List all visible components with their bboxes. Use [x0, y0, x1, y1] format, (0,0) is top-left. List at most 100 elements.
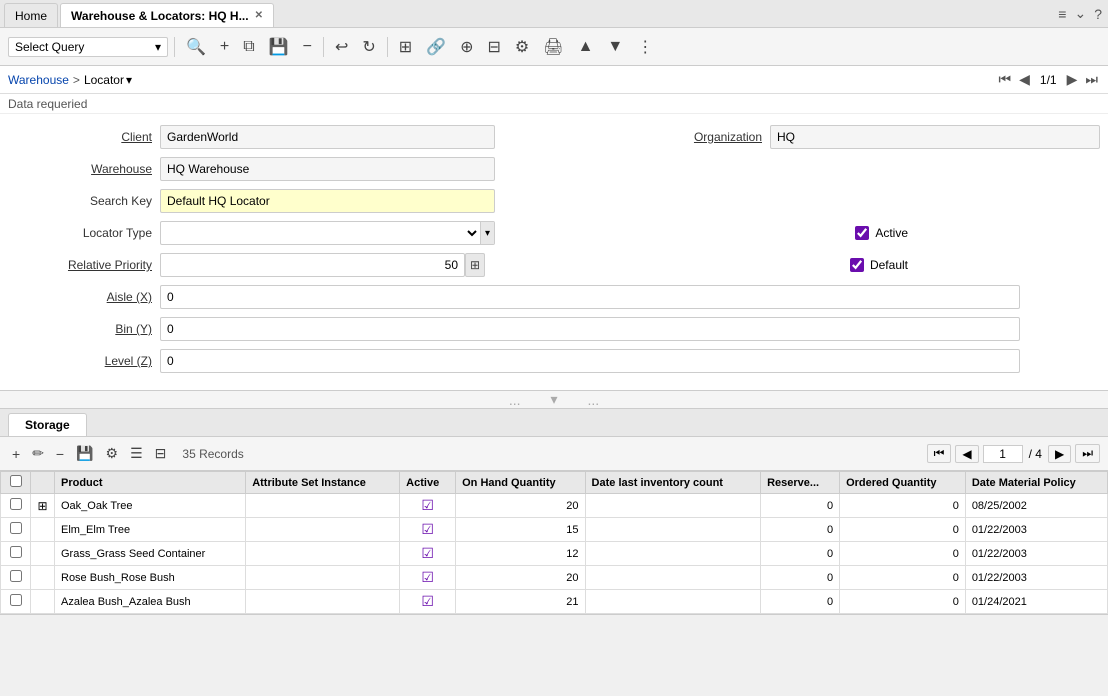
bottom-scrollbar[interactable] [0, 614, 1108, 624]
next-record-button[interactable]: ▶ [1065, 69, 1080, 90]
chevron-down-icon[interactable]: ⌄ [1072, 3, 1088, 24]
row-active: ☑ [400, 542, 456, 566]
more-button[interactable]: ⋮ [632, 34, 658, 60]
zoom-in-button[interactable]: ⊕ [455, 34, 478, 60]
row-checkbox-cell[interactable] [1, 590, 31, 614]
active-checkbox[interactable] [855, 226, 869, 240]
warehouse-breadcrumb-link[interactable]: Warehouse [8, 73, 69, 87]
active-checkmark-icon: ☑ [421, 497, 434, 513]
row-checkbox-cell[interactable] [1, 566, 31, 590]
tab-home[interactable]: Home [4, 3, 58, 27]
delete-row-button[interactable]: − [52, 444, 68, 464]
up-button[interactable]: ▲ [573, 35, 599, 59]
row-checkbox-1[interactable] [10, 522, 22, 534]
tab-warehouse-locators[interactable]: Warehouse & Locators: HQ H... ✕ [60, 3, 274, 27]
print-button[interactable]: 🖨 [538, 34, 568, 60]
row-date-mat: 01/22/2003 [965, 518, 1107, 542]
relative-priority-input[interactable] [160, 253, 465, 277]
expand-down-icon[interactable]: ▾ [550, 391, 557, 408]
storage-tabs: Storage [0, 409, 1108, 437]
first-record-button[interactable]: ⏮ [997, 69, 1014, 90]
delete-button[interactable]: − [298, 35, 317, 59]
storage-pagination: ⏮ ◀ / 4 ▶ ⏭ [927, 444, 1100, 463]
select-query-dropdown[interactable]: Select Query ▾ [8, 37, 168, 57]
link-button[interactable]: 🔗 [421, 34, 451, 60]
row-checkbox-3[interactable] [10, 570, 22, 582]
storage-tab[interactable]: Storage [8, 413, 87, 436]
refresh-button[interactable]: ↻ [357, 34, 380, 60]
storage-table: Product Attribute Set Instance Active On… [0, 471, 1108, 614]
default-checkbox[interactable] [850, 258, 864, 272]
storage-toolbar: + ✏ − 💾 ⚙ ☰ ⊟ 35 Records ⏮ ◀ / 4 ▶ ⏭ [0, 437, 1108, 471]
last-record-button[interactable]: ⏭ [1083, 69, 1100, 90]
settings-row-button[interactable]: ⚙ [102, 443, 123, 464]
header-reserve[interactable]: Reserve... [761, 472, 840, 494]
header-ordered[interactable]: Ordered Quantity [840, 472, 966, 494]
header-select-all[interactable] [1, 472, 31, 494]
first-page-button[interactable]: ⏮ [927, 444, 952, 463]
current-page-input[interactable] [983, 445, 1023, 463]
client-input[interactable] [160, 125, 495, 149]
row-detail-icon[interactable]: ⊞ [37, 499, 47, 513]
prev-page-button[interactable]: ◀ [955, 445, 978, 463]
row-icon-cell [31, 590, 55, 614]
columns-button[interactable]: ☰ [126, 443, 147, 464]
search-key-input[interactable] [160, 189, 495, 213]
separator-1 [174, 37, 175, 57]
default-checkbox-group: Default [850, 258, 908, 272]
select-arrow-icon: ▾ [480, 222, 494, 244]
row-ordered: 0 [840, 566, 966, 590]
header-date-mat[interactable]: Date Material Policy [965, 472, 1107, 494]
level-label: Level (Z) [0, 354, 160, 368]
row-on-hand: 21 [456, 590, 585, 614]
bin-input[interactable] [160, 317, 1020, 341]
add-row-button[interactable]: + [8, 444, 24, 464]
level-input[interactable] [160, 349, 1020, 373]
form-divider: ... ▾ ... [0, 391, 1108, 409]
copy-button[interactable]: ⧉ [238, 35, 259, 59]
undo-button[interactable]: ↩ [330, 34, 353, 60]
search-key-label: Search Key [0, 194, 160, 208]
page-total: / 4 [1027, 447, 1044, 461]
header-date-inv[interactable]: Date last inventory count [585, 472, 761, 494]
edit-row-button[interactable]: ✏ [28, 443, 48, 464]
header-active[interactable]: Active [400, 472, 456, 494]
grid-button[interactable]: ⊞ [394, 34, 417, 60]
row-checkbox-cell[interactable] [1, 542, 31, 566]
locator-dropdown-icon[interactable]: ▾ [126, 73, 132, 87]
aisle-input[interactable] [160, 285, 1020, 309]
active-checkmark-icon: ☑ [421, 545, 434, 561]
select-all-checkbox[interactable] [10, 475, 22, 487]
header-product[interactable]: Product [55, 472, 246, 494]
prev-record-button[interactable]: ◀ [1017, 69, 1032, 90]
zoom-out-button[interactable]: ⊟ [483, 34, 506, 60]
header-on-hand[interactable]: On Hand Quantity [456, 472, 585, 494]
new-button[interactable]: + [215, 35, 234, 59]
active-label: Active [875, 226, 908, 240]
last-page-button[interactable]: ⏭ [1075, 444, 1100, 463]
next-page-button[interactable]: ▶ [1048, 445, 1071, 463]
row-checkbox-4[interactable] [10, 594, 22, 606]
help-icon[interactable]: ? [1092, 4, 1104, 24]
row-icon-cell: ⊞ [31, 494, 55, 518]
row-product: Rose Bush_Rose Bush [55, 566, 246, 590]
warehouse-input[interactable] [160, 157, 495, 181]
save-row-button[interactable]: 💾 [72, 443, 97, 464]
row-checkbox-cell[interactable] [1, 494, 31, 518]
menu-icon[interactable]: ≡ [1056, 4, 1068, 24]
header-attribute[interactable]: Attribute Set Instance [246, 472, 400, 494]
settings-button[interactable]: ⚙ [510, 34, 534, 60]
calculator-icon[interactable]: ⊞ [465, 253, 485, 277]
row-icon-cell [31, 542, 55, 566]
row-product: Elm_Elm Tree [55, 518, 246, 542]
down-button[interactable]: ▼ [602, 35, 628, 59]
close-icon[interactable]: ✕ [255, 10, 263, 21]
save-button[interactable]: 💾 [264, 34, 294, 60]
search-button[interactable]: 🔍 [181, 34, 211, 60]
organization-input[interactable] [770, 125, 1100, 149]
filter-button[interactable]: ⊟ [151, 443, 171, 464]
locator-type-select[interactable] [161, 222, 480, 244]
row-checkbox-cell[interactable] [1, 518, 31, 542]
row-checkbox-0[interactable] [10, 498, 22, 510]
row-checkbox-2[interactable] [10, 546, 22, 558]
